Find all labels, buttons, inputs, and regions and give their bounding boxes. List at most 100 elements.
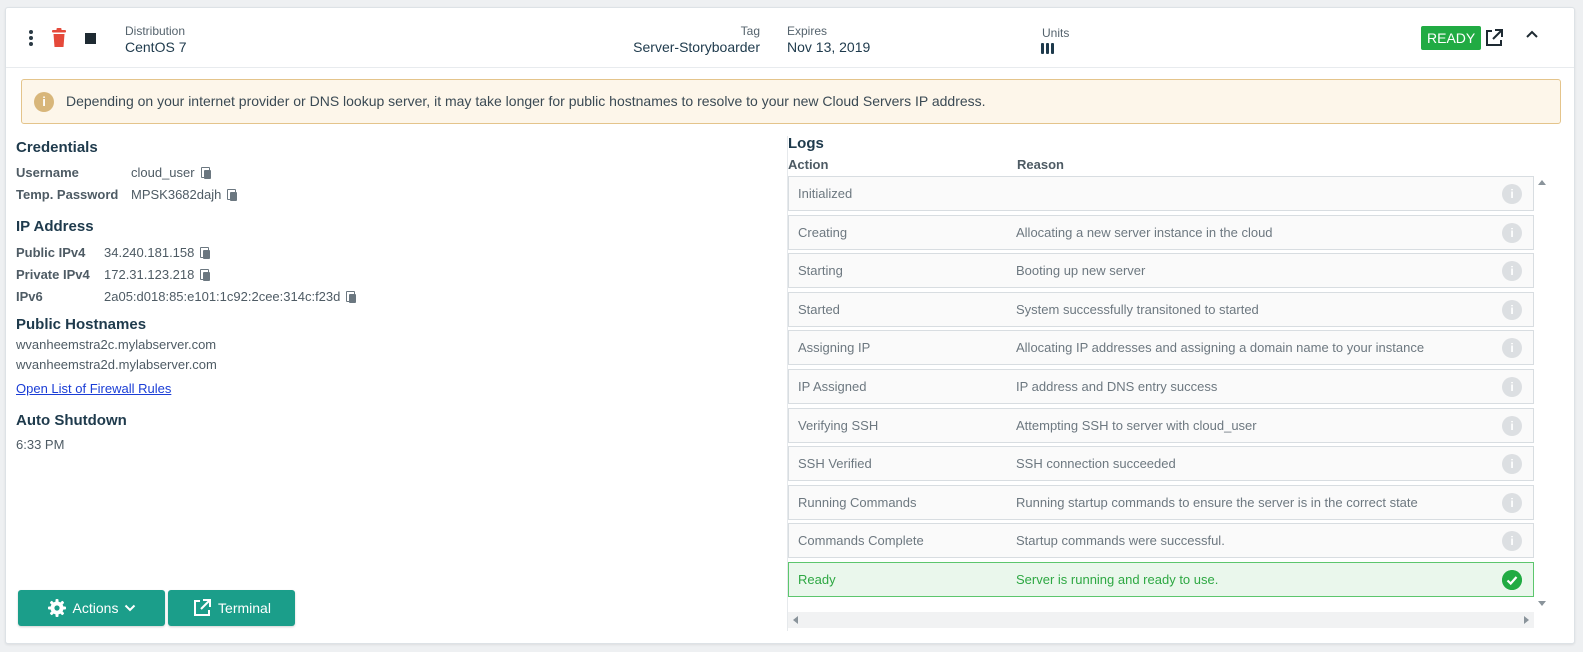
log-action: SSH Verified: [798, 456, 872, 471]
check-circle-icon: [1502, 570, 1522, 590]
log-row: Running Commands Running startup commands…: [788, 485, 1534, 520]
log-row: Creating Allocating a new server instance…: [788, 215, 1534, 250]
expires-label: Expires: [787, 24, 828, 38]
log-info-icon[interactable]: i: [1502, 184, 1522, 204]
terminal-button-label: Terminal: [218, 600, 271, 616]
log-row: Initialized i: [788, 176, 1534, 211]
status-badge: READY: [1421, 26, 1482, 50]
actions-button[interactable]: Actions: [18, 590, 165, 626]
info-icon: i: [34, 92, 54, 112]
actions-button-label: Actions: [72, 600, 119, 616]
public-ipv4-value: 34.240.181.158: [104, 245, 211, 260]
scroll-left-icon[interactable]: [793, 616, 798, 624]
notice-text: Depending on your internet provider or D…: [66, 93, 986, 109]
log-reason: Allocating IP addresses and assigning a …: [1016, 340, 1425, 355]
public-ipv4-label: Public IPv4: [16, 245, 86, 260]
username-text: cloud_user: [131, 165, 195, 180]
ip-address-title: IP Address: [16, 218, 94, 235]
log-info-icon[interactable]: i: [1502, 416, 1522, 436]
hostname-item: wvanheemstra2d.mylabserver.com: [16, 357, 217, 372]
log-action: Running Commands: [798, 495, 917, 510]
log-row: Started System successfully transitoned t…: [788, 292, 1534, 327]
ipv6-value: 2a05:d018:85:e101:1c92:2cee:314c:f23d: [104, 289, 357, 304]
logs-title: Logs: [788, 135, 824, 152]
log-info-icon[interactable]: i: [1502, 377, 1522, 397]
log-row: Commands Complete Startup commands were s…: [788, 523, 1534, 558]
copy-username-icon[interactable]: [200, 166, 211, 179]
log-info-icon[interactable]: i: [1502, 338, 1522, 358]
log-reason: Server is running and ready to use.: [1016, 572, 1219, 587]
log-row: Ready Server is running and ready to use.: [788, 562, 1534, 597]
log-info-icon[interactable]: i: [1502, 454, 1522, 474]
chevron-down-icon: [125, 604, 136, 612]
password-text: MPSK3682dajh: [131, 187, 222, 202]
terminal-button[interactable]: Terminal: [168, 590, 295, 626]
log-action: Creating: [798, 225, 848, 240]
logs-vertical-scrollbar[interactable]: [1535, 176, 1549, 610]
log-info-icon[interactable]: i: [1502, 223, 1522, 243]
gear-icon: [47, 599, 66, 617]
auto-shutdown-time: 6:33 PM: [16, 437, 65, 452]
logs-col-reason: Reason: [1017, 157, 1064, 172]
distribution-label: Distribution: [125, 24, 186, 38]
log-row: Verifying SSH Attempting SSH to server wi…: [788, 408, 1534, 443]
collapse-chevron-icon[interactable]: [1525, 29, 1539, 39]
log-info-icon[interactable]: i: [1502, 261, 1522, 281]
log-reason: Startup commands were successful.: [1016, 533, 1225, 548]
password-label: Temp. Password: [16, 187, 119, 202]
scroll-down-icon[interactable]: [1538, 601, 1546, 606]
log-action: Commands Complete: [798, 533, 924, 548]
log-row: Assigning IP Allocating IP addresses and …: [788, 330, 1534, 365]
copy-public-ipv4-icon[interactable]: [200, 246, 211, 259]
log-action: IP Assigned: [798, 379, 867, 394]
log-reason: SSH connection succeeded: [1016, 456, 1176, 471]
log-info-icon[interactable]: i: [1502, 493, 1522, 513]
more-options-icon[interactable]: [26, 28, 36, 48]
private-ipv4-label: Private IPv4: [16, 267, 90, 282]
log-action: Starting: [798, 263, 843, 278]
scroll-up-icon[interactable]: [1538, 180, 1546, 185]
open-external-icon[interactable]: [1484, 28, 1504, 48]
log-action: Assigning IP: [798, 340, 871, 355]
server-header: Distribution CentOS 7 Tag Server-Storybo…: [6, 8, 1574, 68]
log-reason: IP address and DNS entry success: [1016, 379, 1218, 394]
open-terminal-icon: [194, 599, 212, 616]
tag-value: Server-Storyboarder: [633, 39, 760, 55]
log-reason: System successfully transitoned to start…: [1016, 302, 1259, 317]
firewall-rules-link[interactable]: Open List of Firewall Rules: [16, 381, 171, 396]
trash-icon[interactable]: [51, 28, 67, 48]
username-label: Username: [16, 165, 79, 180]
auto-shutdown-title: Auto Shutdown: [16, 412, 127, 429]
scroll-right-icon[interactable]: [1524, 616, 1529, 624]
log-action: Ready: [798, 572, 836, 587]
tag-label: Tag: [740, 24, 760, 38]
private-ipv4-text: 172.31.123.218: [104, 267, 195, 282]
log-reason: Booting up new server: [1016, 263, 1146, 278]
password-value: MPSK3682dajh: [131, 187, 238, 202]
copy-password-icon[interactable]: [227, 188, 238, 201]
log-info-icon[interactable]: i: [1502, 531, 1522, 551]
distribution-value: CentOS 7: [125, 39, 187, 55]
expires-value: Nov 13, 2019: [787, 39, 871, 55]
log-row: SSH Verified SSH connection succeeded i: [788, 446, 1534, 481]
units-label: Units: [1042, 26, 1070, 40]
log-reason: Allocating a new server instance in the …: [1016, 225, 1273, 240]
private-ipv4-value: 172.31.123.218: [104, 267, 211, 282]
logs-table: Initialized i Creating Allocating a new ser…: [788, 176, 1554, 628]
dns-notice: i Depending on your internet provider or…: [21, 79, 1561, 124]
ipv6-text: 2a05:d018:85:e101:1c92:2cee:314c:f23d: [104, 289, 341, 304]
log-action: Initialized: [798, 186, 853, 201]
stop-icon[interactable]: [85, 33, 96, 44]
log-info-icon[interactable]: i: [1502, 300, 1522, 320]
hostname-item: wvanheemstra2c.mylabserver.com: [16, 337, 217, 352]
logs-col-action: Action: [788, 157, 829, 172]
public-ipv4-text: 34.240.181.158: [104, 245, 195, 260]
units-indicator: [1041, 43, 1054, 54]
server-card: Distribution CentOS 7 Tag Server-Storybo…: [5, 7, 1575, 644]
credentials-title: Credentials: [16, 139, 98, 156]
ipv6-label: IPv6: [16, 289, 43, 304]
logs-horizontal-scrollbar[interactable]: [788, 612, 1534, 628]
copy-ipv6-icon[interactable]: [346, 290, 357, 303]
copy-private-ipv4-icon[interactable]: [200, 268, 211, 281]
log-row: IP Assigned IP address and DNS entry succ…: [788, 369, 1534, 404]
